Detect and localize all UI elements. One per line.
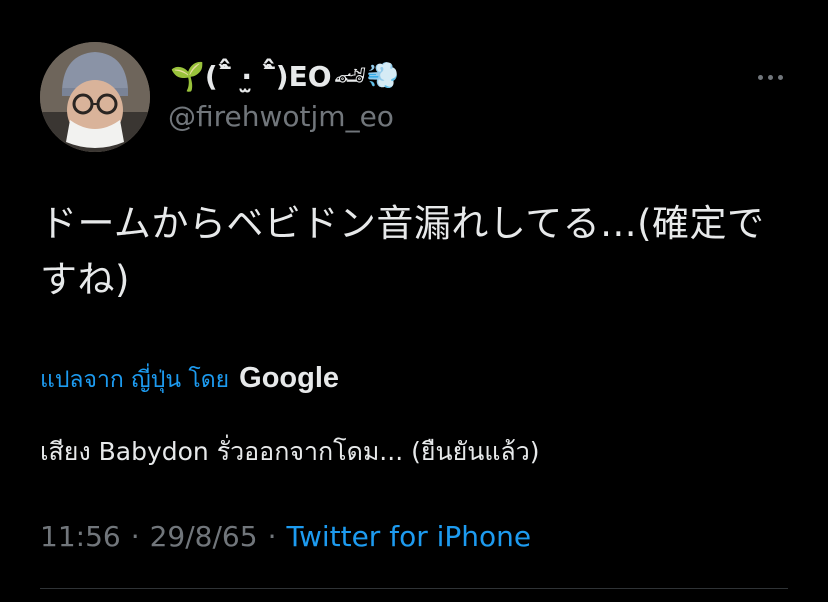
more-horizontal-icon-dot	[767, 74, 773, 80]
tweet-time[interactable]: 11:56	[40, 520, 121, 553]
meta-separator: ·	[267, 520, 277, 553]
avatar[interactable]	[40, 42, 150, 152]
more-horizontal-icon	[757, 74, 763, 80]
translate-link[interactable]: แปลจาก ญี่ปุ่น โดย	[40, 362, 229, 398]
author-handle[interactable]: @firehwotjm_eo	[168, 100, 394, 133]
tweet-source-link[interactable]: Twitter for iPhone	[286, 520, 531, 553]
divider	[40, 588, 788, 589]
tweet-meta: 11:56 · 29/8/65 · Twitter for iPhone	[40, 520, 531, 553]
translated-text: เสียง Babydon รั่วออกจากโดม... (ยืนยันแล…	[40, 437, 540, 466]
translate-attribution: แปลจาก ญี่ปุ่น โดย Google	[40, 362, 339, 398]
more-horizontal-icon-dot	[777, 74, 783, 80]
tweet-text: ドームからベビドン音漏れしてる...(確定ですね)	[40, 202, 765, 301]
avatar-image	[40, 42, 150, 152]
meta-separator: ·	[130, 520, 140, 553]
more-button[interactable]	[748, 62, 792, 92]
author-display-name[interactable]: 🌱(ˆ᷅̂ ·̫ ˆ᷅̂)EO 🏎💨	[170, 56, 401, 96]
tweet-date[interactable]: 29/8/65	[150, 520, 258, 553]
display-name-emoji: 🏎💨	[333, 61, 399, 91]
display-name-text: 🌱(ˆ᷅̂ ·̫ ˆ᷅̂)EO	[170, 59, 332, 93]
google-logo: Google	[239, 362, 340, 394]
